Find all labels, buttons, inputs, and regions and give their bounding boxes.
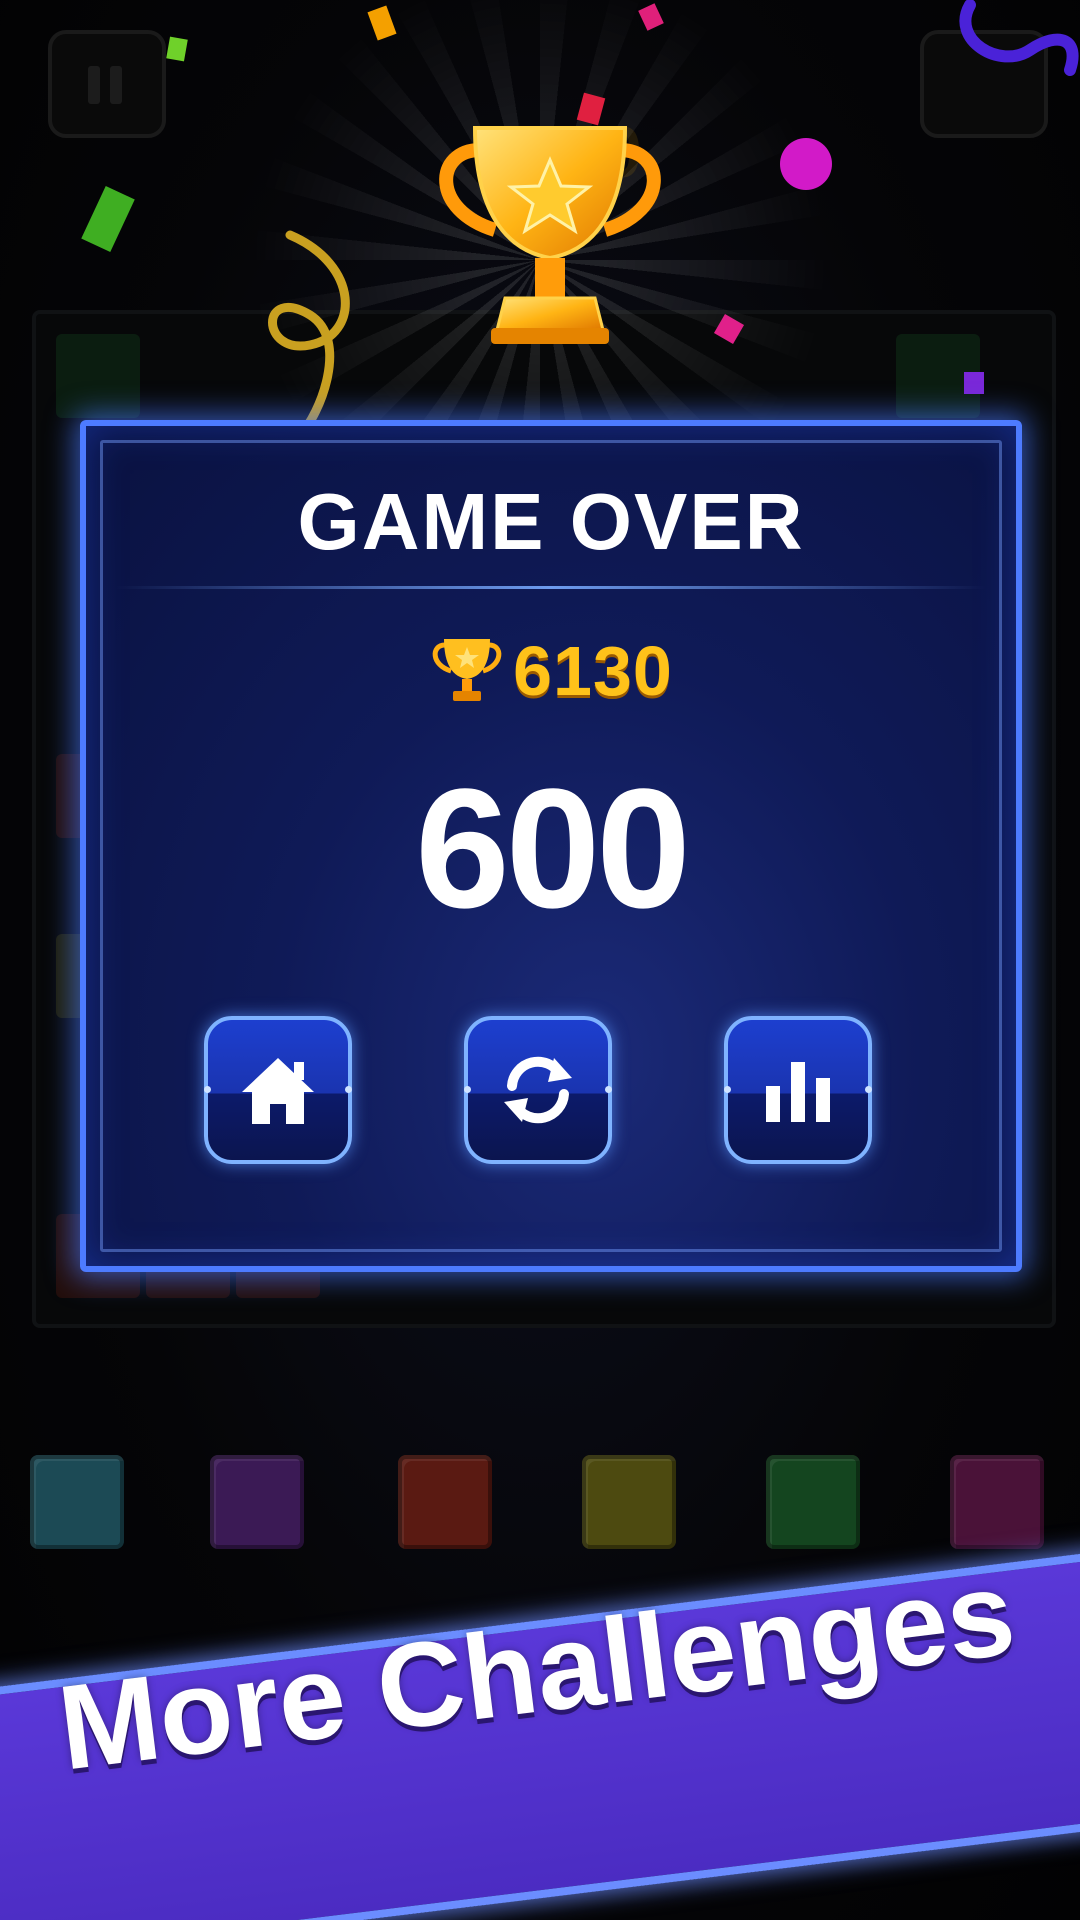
game-over-dialog: GAME OVER 6130 600 — [80, 420, 1022, 1272]
best-score-trophy-icon — [432, 639, 502, 701]
restart-button[interactable] — [464, 1016, 612, 1164]
block-red[interactable] — [398, 1455, 492, 1549]
confetti-piece — [780, 138, 832, 190]
home-button[interactable] — [204, 1016, 352, 1164]
best-score-value: 6130 — [513, 632, 673, 710]
block-palette — [0, 1455, 1080, 1555]
title-divider — [116, 586, 986, 589]
restart-icon — [504, 1056, 572, 1124]
leaderboard-button[interactable] — [724, 1016, 872, 1164]
dialog-title: GAME OVER — [297, 477, 805, 566]
game-screen: 6130 — [0, 0, 1080, 1920]
confetti-piece — [81, 185, 135, 253]
block-purple[interactable] — [210, 1455, 304, 1549]
confetti-piece — [964, 372, 984, 394]
trophy-icon — [439, 126, 661, 344]
block-cyan[interactable] — [30, 1455, 124, 1549]
pause-button[interactable] — [48, 30, 166, 138]
block-yellow[interactable] — [582, 1455, 676, 1549]
home-icon — [242, 1058, 314, 1124]
block-green[interactable] — [766, 1455, 860, 1549]
confetti-ribbon-gold — [268, 230, 350, 440]
leaderboard-icon — [766, 1062, 830, 1122]
best-score-row: 6130 — [86, 631, 1016, 711]
current-score-value: 600 — [415, 754, 691, 944]
block-magenta[interactable] — [950, 1455, 1044, 1549]
confetti-piece — [166, 36, 188, 62]
confetti-ribbon-purple — [959, 0, 1079, 76]
